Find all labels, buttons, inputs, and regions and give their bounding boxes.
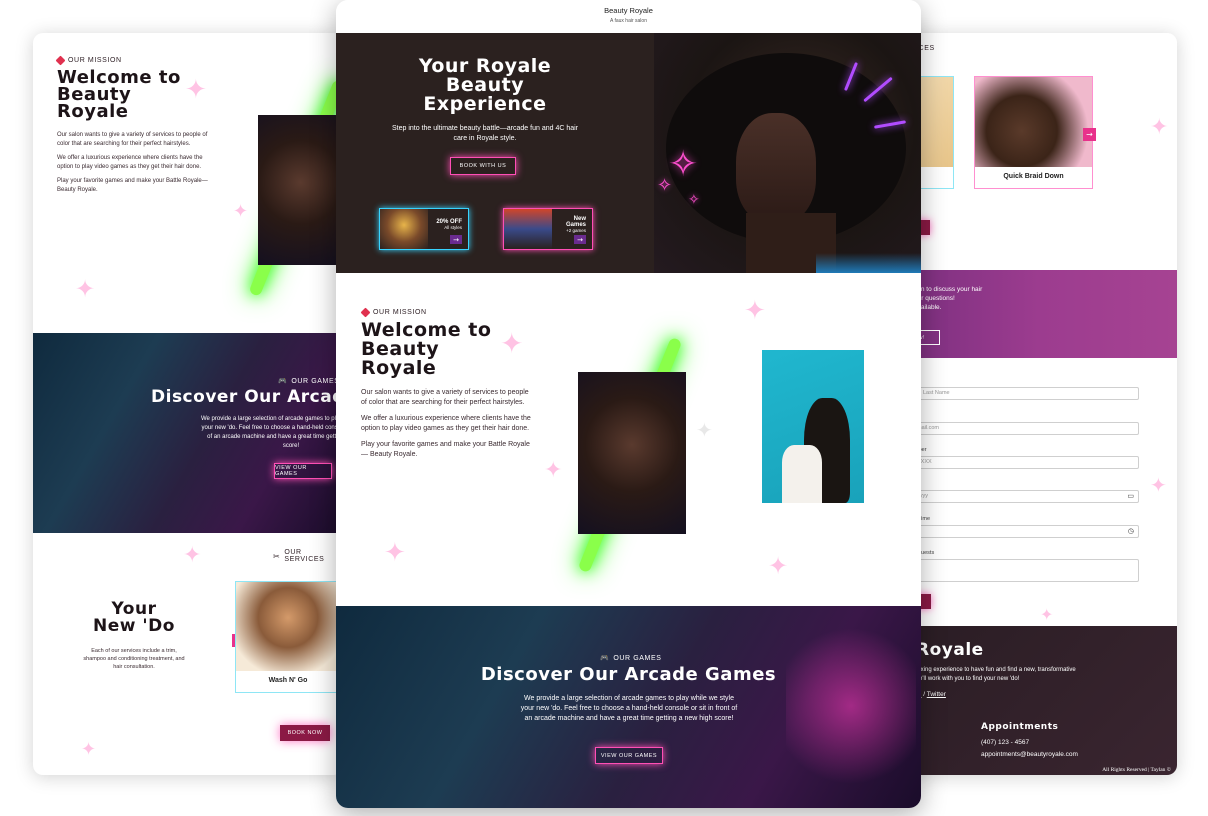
book-now-button[interactable]: BOOK NOW — [280, 725, 330, 741]
games-tag: 🎮 OUR GAMES — [600, 654, 662, 663]
sparkle-icon: ✧ — [688, 192, 700, 208]
site-header: Beauty Royale A faux hair salon — [336, 0, 921, 33]
view-games-button[interactable]: VIEW OUR GAMES — [595, 747, 663, 764]
hero-glow — [816, 253, 921, 273]
sparkle-icon: ✦ — [1040, 605, 1054, 624]
sparkle-icon: ✦ — [544, 458, 563, 483]
mission-photo — [258, 115, 343, 265]
mission-photo-1 — [578, 372, 686, 534]
twitter-link[interactable]: Twitter — [927, 691, 946, 698]
sparkle-icon: ✦ — [81, 739, 97, 760]
services-tag: ✂ OUR SERVICES — [273, 549, 325, 563]
promo-text: 20% OFF All styles — [436, 218, 462, 230]
footer-email[interactable]: appointments@beautyroyale.com — [981, 751, 1078, 758]
promo-card-discount[interactable]: 20% OFF All styles → — [379, 208, 469, 250]
arcade-glow — [786, 616, 916, 796]
requests-textarea[interactable] — [912, 559, 1139, 582]
service-card[interactable]: Wash N' Go — [235, 581, 341, 693]
site-brand[interactable]: Beauty Royale — [336, 6, 921, 15]
date-input[interactable]: yyyy ▭ — [912, 490, 1139, 503]
sparkle-icon: ✦ — [75, 275, 96, 303]
sparkle-icon: ✦ — [384, 538, 406, 568]
arcade-cabinet-photo — [504, 209, 552, 249]
arrow-right-icon[interactable]: → — [1083, 128, 1096, 141]
footer-phone: (407) 123 - 4567 — [981, 739, 1030, 746]
shirt-shape — [782, 445, 822, 503]
sparkle-icon: ✦ — [183, 543, 202, 568]
heart-icon — [360, 307, 371, 318]
service-card-photo — [236, 582, 340, 671]
hero-subtitle: Step into the ultimate beauty battle—arc… — [392, 125, 579, 142]
book-with-us-button[interactable]: BOOK WITH US — [450, 157, 516, 175]
gamepad-icon: 🎮 — [278, 378, 288, 385]
hero-face-shape — [736, 113, 816, 223]
appointments-title: Appointments — [981, 722, 1059, 732]
games-title: Discover Our Arcade Games — [480, 664, 777, 685]
contact-banner: tion to discuss your hair our questions!… — [900, 270, 1177, 358]
email-input[interactable]: mail.com — [912, 422, 1139, 435]
promo-text: New Games +2 games — [565, 215, 586, 233]
sparkle-icon: ✦ — [233, 201, 249, 222]
right-services-section: ICES Quick Braid Down → ✦ — [900, 33, 1177, 267]
last-name-input[interactable]: Last Name — [918, 387, 1139, 400]
sparkle-icon: ✦ — [768, 552, 789, 580]
contact-text: tion to discuss your hair our questions!… — [914, 286, 983, 311]
games-desc: We provide a large selection of arcade g… — [520, 695, 738, 722]
gamepad-icon: 🎮 — [600, 655, 610, 662]
quick-braid-label: Quick Braid Down — [1003, 173, 1064, 180]
mission-title: Welcome to Beauty Royale — [57, 67, 181, 122]
games-section: 🎮 OUR GAMES Discover Our Arcade Games We… — [336, 606, 921, 808]
time-input[interactable]: ◷ — [912, 525, 1139, 538]
arrow-right-icon[interactable]: → — [574, 235, 586, 244]
showcase-stage: OUR MISSION Welcome to Beauty Royale Our… — [0, 0, 1208, 816]
mission-photo-2 — [762, 350, 864, 503]
mission-text: Our salon wants to give a variety of ser… — [361, 389, 531, 458]
footer-desc: laxing experience to have fun and find a… — [916, 667, 1076, 682]
heart-icon — [55, 55, 66, 66]
site-tagline: A faux hair salon — [610, 18, 647, 24]
footer: Royale laxing experience to have fun and… — [900, 626, 1177, 775]
center-page-preview: Beauty Royale A faux hair salon ✧ ✧ ✧ Yo… — [336, 0, 921, 808]
sparkle-icon: ✦ — [1150, 115, 1169, 140]
sparkle-icon: ✧ — [668, 144, 699, 185]
promo-card-games[interactable]: New Games +2 games → — [503, 208, 593, 250]
service-card-label: Wash N' Go — [268, 677, 308, 684]
scissors-icon: ✂ — [273, 551, 281, 561]
games-desc: We provide a large selection of arcade g… — [201, 416, 343, 449]
view-games-button[interactable]: VIEW OUR GAMES — [274, 463, 332, 479]
copyright: All Rights Reserved | Taylan © — [1102, 767, 1171, 773]
calendar-icon[interactable]: ▭ — [1127, 491, 1134, 502]
left-page-preview: OUR MISSION Welcome to Beauty Royale Our… — [33, 33, 343, 775]
right-page-preview: ICES Quick Braid Down → ✦ tion to discus… — [900, 33, 1177, 775]
clock-icon[interactable]: ◷ — [1128, 526, 1134, 537]
games-title: Discover Our Arcade Games — [151, 387, 343, 407]
braid-photo — [975, 77, 1092, 167]
games-section: 🎮 OUR GAMES Discover Our Arcade Games We… — [33, 333, 343, 533]
arrow-right-icon[interactable]: → — [450, 235, 462, 244]
sparkle-icon: ✦ — [500, 327, 524, 360]
sparkle-icon: ✦ — [185, 75, 207, 105]
quick-braid-card[interactable]: Quick Braid Down — [974, 76, 1093, 189]
mission-text: Our salon wants to give a variety of ser… — [57, 132, 208, 193]
promo-photo — [380, 209, 428, 249]
phone-input[interactable]: XXXX — [912, 456, 1139, 469]
games-tag: 🎮 OUR GAMES — [278, 377, 340, 386]
sparkle-icon: ✦ — [744, 296, 766, 326]
hero-title: Your Royale Beauty Experience — [418, 55, 552, 115]
sparkle-icon: ✧ — [657, 175, 673, 196]
sparkle-icon: ✦ — [1150, 473, 1167, 497]
services-desc: Each of our services include a trim, sha… — [83, 648, 185, 670]
mission-tag: OUR MISSION — [360, 307, 427, 318]
mission-title: Welcome to Beauty Royale — [361, 319, 492, 379]
sparkle-icon: ✦ — [696, 418, 713, 442]
services-title: Your New 'Do — [93, 599, 175, 636]
footer-brand: Royale — [916, 640, 984, 660]
mission-tag: OUR MISSION — [55, 55, 122, 66]
hero-section: ✧ ✧ ✧ Your Royale Beauty Experience Step… — [336, 33, 921, 273]
